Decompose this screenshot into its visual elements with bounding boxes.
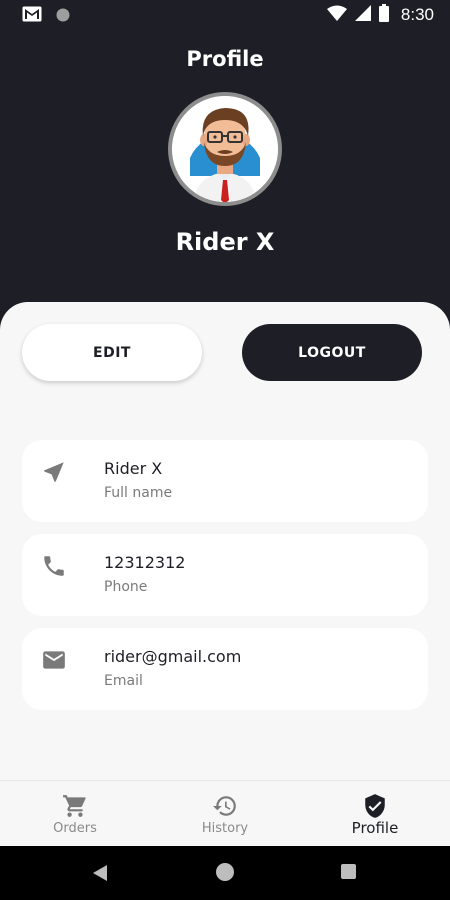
detail-label: Full name — [104, 485, 173, 501]
phone-icon — [41, 553, 67, 579]
battery-icon — [378, 4, 389, 26]
status-time: 8:30 — [400, 5, 434, 24]
nav-label: Profile — [351, 819, 399, 837]
nav-item-orders[interactable]: Orders — [0, 781, 150, 847]
home-icon[interactable] — [216, 863, 234, 881]
detail-label: Phone — [104, 579, 148, 595]
notification-dot-icon — [56, 7, 70, 26]
detail-label: Email — [104, 673, 143, 689]
nav-item-history[interactable]: History — [150, 781, 300, 847]
profile-sheet: EDIT LOGOUT Rider X Full name 12312312 P… — [0, 302, 450, 780]
shield-check-icon — [362, 793, 388, 819]
cart-icon — [62, 793, 88, 819]
nav-label: History — [201, 821, 249, 836]
detail-value: 12312312 — [104, 553, 186, 572]
system-navigation-bar — [0, 846, 450, 900]
wifi-icon — [326, 5, 347, 25]
user-name: Rider X — [175, 228, 275, 256]
signal-icon — [354, 5, 371, 25]
navigation-arrow-icon — [41, 459, 67, 485]
back-icon[interactable] — [92, 864, 108, 886]
detail-card-phone: 12312312 Phone — [22, 534, 428, 616]
detail-card-full-name: Rider X Full name — [22, 440, 428, 522]
bottom-navigation: Orders History Profile — [0, 780, 450, 846]
page-title: Profile — [186, 47, 264, 71]
detail-card-email: rider@gmail.com Email — [22, 628, 428, 710]
history-icon — [212, 793, 238, 819]
detail-value: rider@gmail.com — [104, 647, 242, 666]
profile-header: Profile Rider X — [0, 30, 450, 320]
nav-label: Orders — [53, 821, 97, 836]
recent-apps-icon[interactable] — [341, 864, 356, 879]
avatar — [168, 92, 282, 206]
logout-button[interactable]: LOGOUT — [242, 324, 422, 381]
detail-value: Rider X — [104, 459, 163, 478]
edit-button[interactable]: EDIT — [22, 324, 202, 381]
email-icon — [41, 647, 67, 673]
status-bar: 8:30 — [0, 0, 450, 30]
nav-item-profile[interactable]: Profile — [300, 781, 450, 847]
gmail-icon — [22, 6, 42, 26]
